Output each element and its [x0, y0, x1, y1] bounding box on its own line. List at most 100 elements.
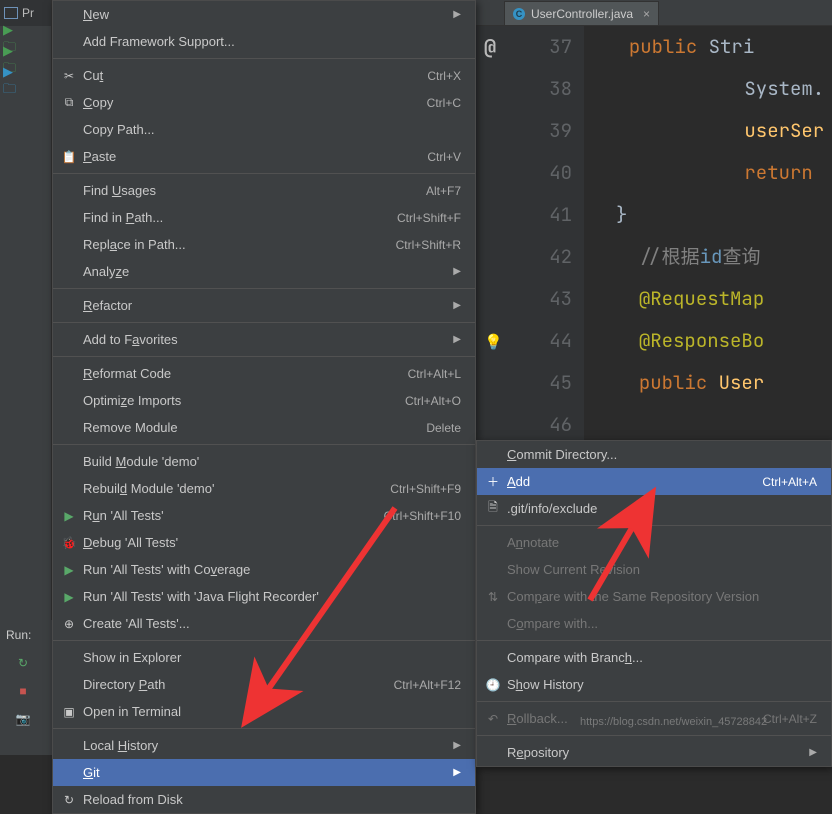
editor-code[interactable]: public Stri System. userSer return } //根…: [596, 26, 824, 404]
code-line[interactable]: public User: [596, 362, 824, 404]
stop-icon[interactable]: ■: [14, 682, 32, 700]
shortcut: Ctrl+Alt+A: [762, 475, 817, 489]
icon-slot: [59, 420, 79, 436]
run-jfr-icon: ▶: [59, 589, 79, 605]
menu-item-git[interactable]: Git▶: [53, 759, 475, 786]
shortcut: Ctrl+Shift+F9: [390, 482, 461, 496]
menu-item-optimize-imports[interactable]: Optimize ImportsCtrl+Alt+O: [53, 387, 475, 414]
menu-item-repository[interactable]: Repository▶: [477, 739, 831, 766]
menu-label: Show in Explorer: [83, 650, 461, 665]
menu-item-open-in-terminal[interactable]: ▣Open in Terminal: [53, 698, 475, 725]
code-line[interactable]: System.: [596, 68, 824, 110]
menu-item-run-jfr[interactable]: ▶Run 'All Tests' with 'Java Flight Recor…: [53, 583, 475, 610]
menu-label: Remove Module: [83, 420, 426, 435]
icon-slot: [483, 562, 503, 578]
dump-icon[interactable]: 📷: [14, 710, 32, 728]
menu-label: Reload from Disk: [83, 792, 461, 807]
menu-item-run-coverage[interactable]: ▶Run 'All Tests' with Coverage: [53, 556, 475, 583]
menu-label: Compare with the Same Repository Version: [507, 589, 817, 604]
code-line[interactable]: return: [596, 152, 824, 194]
icon-slot: [59, 366, 79, 382]
rerun-icon[interactable]: ↻: [14, 654, 32, 672]
separator: [53, 356, 475, 357]
menu-item-show-in-explorer[interactable]: Show in Explorer: [53, 644, 475, 671]
icon-slot: [59, 481, 79, 497]
menu-label: Local History: [83, 738, 443, 753]
code-line[interactable]: @ResponseBo: [596, 320, 824, 362]
menu-item-paste[interactable]: 📋PasteCtrl+V: [53, 143, 475, 170]
run-tool-window: Run: ↻ ■ 📷: [0, 620, 52, 755]
menu-item-create-all-tests[interactable]: ⊕Create 'All Tests'...: [53, 610, 475, 637]
shortcut: Delete: [426, 421, 461, 435]
menu-item-find-in-path[interactable]: Find in Path...Ctrl+Shift+F: [53, 204, 475, 231]
icon-slot: [59, 122, 79, 138]
chevron-right-icon: ▶: [453, 300, 461, 311]
menu-item-new[interactable]: New▶: [53, 1, 475, 28]
menu-label: Commit Directory...: [507, 447, 817, 462]
menu-item-compare-branch[interactable]: Compare with Branch...: [477, 644, 831, 671]
menu-item-debug-all-tests[interactable]: 🐞Debug 'All Tests': [53, 529, 475, 556]
menu-label: Analyze: [83, 264, 443, 279]
create-all-tests-icon: ⊕: [59, 616, 79, 632]
menu-item-reformat-code[interactable]: Reformat CodeCtrl+Alt+L: [53, 360, 475, 387]
code-line[interactable]: }: [596, 194, 824, 236]
icon-slot: [59, 677, 79, 693]
editor-tab[interactable]: C UserController.java ×: [504, 1, 659, 25]
code-line[interactable]: //根据id查询: [596, 236, 824, 278]
menu-label: Compare with...: [507, 616, 817, 631]
menu-label: Add to Favorites: [83, 332, 443, 347]
menu-item-show-history[interactable]: 🕘Show History: [477, 671, 831, 698]
java-class-icon: C: [513, 8, 525, 20]
icon-slot: [59, 765, 79, 781]
compare-same-repo-icon: ⇅: [483, 589, 503, 605]
close-icon[interactable]: ×: [643, 7, 650, 21]
context-menu-main[interactable]: New▶Add Framework Support... ✂CutCtrl+X⧉C…: [52, 0, 476, 814]
gutter-line: 38: [476, 68, 572, 110]
menu-item-git-exclude[interactable]: 🗎.git/info/exclude: [477, 495, 831, 522]
menu-label: Add: [507, 474, 762, 489]
menu-item-add-to-favorites[interactable]: Add to Favorites▶: [53, 326, 475, 353]
menu-label: Replace in Path...: [83, 237, 396, 252]
gutter-line: 42: [476, 236, 572, 278]
menu-item-copy[interactable]: ⧉CopyCtrl+C: [53, 89, 475, 116]
chevron-right-icon: ▶: [453, 740, 461, 751]
code-line[interactable]: public Stri: [596, 26, 824, 68]
menu-item-directory-path[interactable]: Directory PathCtrl+Alt+F12: [53, 671, 475, 698]
gutter-line: 💡44: [476, 320, 572, 362]
chevron-right-icon: ▶: [453, 767, 461, 778]
menu-item-add-framework[interactable]: Add Framework Support...: [53, 28, 475, 55]
menu-item-rebuild-module[interactable]: Rebuild Module 'demo'Ctrl+Shift+F9: [53, 475, 475, 502]
menu-label: Debug 'All Tests': [83, 535, 461, 550]
icon-slot: [59, 210, 79, 226]
context-menu-git[interactable]: Commit Directory... ＋AddCtrl+Alt+A🗎.git/i…: [476, 440, 832, 767]
icon-slot: [483, 745, 503, 761]
tree-item-3[interactable]: ▶🗀: [3, 73, 25, 93]
menu-item-remove-module[interactable]: Remove ModuleDelete: [53, 414, 475, 441]
menu-item-copy-path[interactable]: Copy Path...: [53, 116, 475, 143]
shortcut: Ctrl+Alt+Z: [763, 712, 817, 726]
separator: [53, 640, 475, 641]
paste-icon: 📋: [59, 149, 79, 165]
code-line[interactable]: userSer: [596, 110, 824, 152]
menu-item-cut[interactable]: ✂CutCtrl+X: [53, 62, 475, 89]
menu-item-replace-in-path[interactable]: Replace in Path...Ctrl+Shift+R: [53, 231, 475, 258]
icon-slot: [483, 650, 503, 666]
separator: [477, 735, 831, 736]
menu-item-analyze[interactable]: Analyze▶: [53, 258, 475, 285]
menu-item-find-usages[interactable]: Find UsagesAlt+F7: [53, 177, 475, 204]
menu-item-refactor[interactable]: Refactor▶: [53, 292, 475, 319]
code-line[interactable]: @RequestMap: [596, 278, 824, 320]
menu-label: Rebuild Module 'demo': [83, 481, 390, 496]
menu-item-reload-from-disk[interactable]: ↻Reload from Disk: [53, 786, 475, 813]
project-tree[interactable]: ▶🗀 ▶🗀 ▶🗀: [0, 26, 51, 93]
menu-item-git-add[interactable]: ＋AddCtrl+Alt+A: [477, 468, 831, 495]
menu-item-run-all-tests[interactable]: ▶Run 'All Tests'Ctrl+Shift+F10: [53, 502, 475, 529]
menu-item-build-module[interactable]: Build Module 'demo': [53, 448, 475, 475]
separator: [477, 640, 831, 641]
menu-label: Paste: [83, 149, 427, 164]
menu-label: Show History: [507, 677, 817, 692]
separator: [53, 173, 475, 174]
gutter-line: 40: [476, 152, 572, 194]
menu-item-commit-directory[interactable]: Commit Directory...: [477, 441, 831, 468]
gutter-line: 45: [476, 362, 572, 404]
